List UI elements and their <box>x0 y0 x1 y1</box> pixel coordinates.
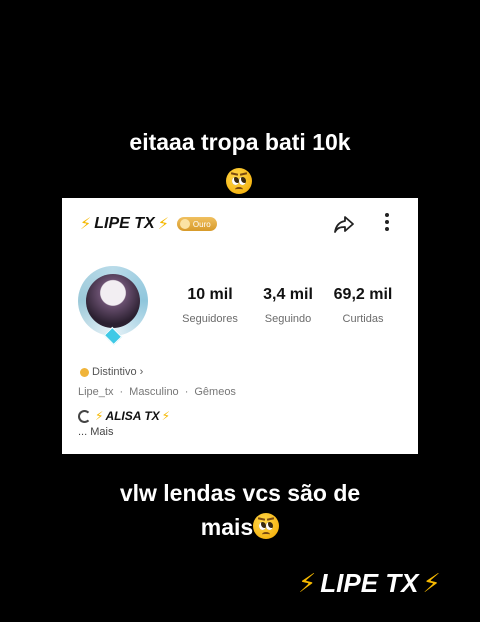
pleading-face-emoji-icon <box>226 168 252 194</box>
linked-account-name: ALISA TX <box>105 409 160 423</box>
bolt-icon: ⚡ <box>157 216 169 233</box>
meta-separator: · <box>184 386 189 398</box>
rank-badge[interactable]: Ouro <box>176 217 217 231</box>
stat-value: 3,4 mil <box>263 286 313 303</box>
caption-bottom-line2: mais <box>200 514 254 540</box>
stat-following[interactable]: 3,4 mil Seguindo <box>258 286 318 325</box>
meta-gender: Masculino <box>129 386 179 398</box>
profile-username: LIPE TX <box>94 215 155 232</box>
more-vertical-icon[interactable] <box>380 210 394 238</box>
pleading-face-emoji-icon <box>253 513 280 539</box>
stat-label: Seguidores <box>182 313 238 325</box>
avatar[interactable] <box>78 266 152 346</box>
link-icon <box>78 409 91 423</box>
profile-meta: Lipe_tx · Masculino · Gêmeos <box>78 386 236 398</box>
meta-separator: · <box>119 386 124 398</box>
watermark-text: LIPE TX <box>320 568 419 598</box>
bolt-icon: ⚡ <box>80 216 92 233</box>
stat-value: 10 mil <box>187 286 233 303</box>
distintivo-icon <box>80 367 89 377</box>
rank-badge-label: Ouro <box>192 219 211 229</box>
stat-followers[interactable]: 10 mil Seguidores <box>180 286 240 325</box>
more-link[interactable]: ... Mais <box>78 426 113 438</box>
caption-bottom-line1: vlw lendas vcs são de <box>119 480 361 506</box>
distintivo-label: Distintivo <box>92 366 137 378</box>
profile-card: ⚡ LIPE TX ⚡ Ouro 10 mil Seguidores 3,4 m… <box>62 198 418 454</box>
stat-label: Curtidas <box>342 313 384 325</box>
bolt-icon: ⚡ <box>298 568 317 598</box>
caption-bottom: vlw lendas vcs são de mais <box>0 476 480 544</box>
meta-sign: Gêmeos <box>194 386 236 398</box>
share-icon[interactable] <box>332 212 356 236</box>
bolt-icon: ⚡ <box>422 568 441 598</box>
coin-icon <box>179 219 190 229</box>
meta-handle: Lipe_tx <box>78 386 114 398</box>
bolt-icon: ⚡ <box>161 409 171 423</box>
stat-likes[interactable]: 69,2 mil Curtidas <box>330 286 396 325</box>
bolt-icon: ⚡ <box>95 409 104 423</box>
stat-value: 69,2 mil <box>333 286 393 303</box>
profile-header: ⚡ LIPE TX ⚡ Ouro <box>80 212 217 236</box>
chevron-right-icon: › <box>139 366 144 378</box>
avatar-image <box>86 274 140 328</box>
caption-bottom-line2-wrap: mais <box>0 510 480 544</box>
caption-top: eitaaa tropa bati 10k <box>129 129 351 155</box>
distintivo-link[interactable]: Distintivo › <box>80 366 143 378</box>
watermark: ⚡ LIPE TX ⚡ <box>298 568 441 599</box>
linked-account[interactable]: ⚡ ALISA TX ⚡ <box>78 409 170 423</box>
stat-label: Seguindo <box>264 313 312 325</box>
